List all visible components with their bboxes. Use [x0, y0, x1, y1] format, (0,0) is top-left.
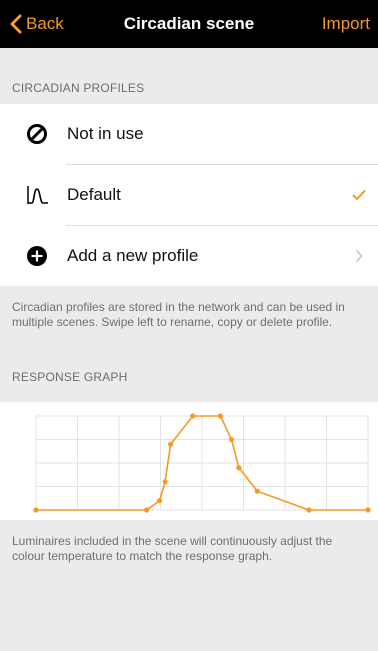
import-button[interactable]: Import — [322, 0, 370, 48]
data-point — [217, 413, 224, 419]
profile-label: Not in use — [67, 124, 144, 143]
chevron-right-icon — [344, 249, 374, 263]
profile-row-not-in-use[interactable]: Not in use — [0, 104, 378, 164]
back-label: Back — [26, 14, 64, 33]
chevron-left-icon — [10, 14, 22, 34]
profile-label: Default — [67, 185, 121, 204]
prohibited-icon — [26, 123, 66, 145]
graph-section-header: RESPONSE GRAPH — [12, 370, 128, 384]
profiles-section-header: CIRCADIAN PROFILES — [12, 81, 145, 95]
data-point — [162, 479, 168, 485]
profile-label: Add a new profile — [67, 246, 199, 265]
back-button[interactable]: Back — [10, 0, 64, 48]
response-graph[interactable] — [0, 402, 378, 520]
data-point — [144, 507, 150, 513]
profiles-note: Circadian profiles are stored in the net… — [12, 300, 345, 329]
data-point — [254, 488, 260, 494]
checkmark-icon — [344, 189, 374, 201]
data-point — [33, 507, 39, 513]
plus-circle-icon — [26, 245, 66, 267]
navigation-bar: Back Circadian scene Import — [0, 0, 378, 48]
add-profile-row[interactable]: Add a new profile — [0, 226, 378, 286]
curve-icon — [26, 184, 66, 206]
graph-note: Luminaires included in the scene will co… — [12, 534, 333, 563]
profiles-list: Not in use Default Add a new profile — [0, 104, 378, 286]
data-point — [168, 441, 174, 447]
graph-grid — [35, 415, 369, 511]
data-point — [306, 507, 312, 513]
data-point — [228, 436, 235, 443]
profile-row-default[interactable]: Default — [0, 165, 378, 225]
data-point — [190, 413, 196, 419]
data-point — [156, 498, 163, 504]
data-point — [365, 507, 371, 513]
data-point — [236, 465, 242, 471]
response-graph-svg — [33, 413, 371, 513]
